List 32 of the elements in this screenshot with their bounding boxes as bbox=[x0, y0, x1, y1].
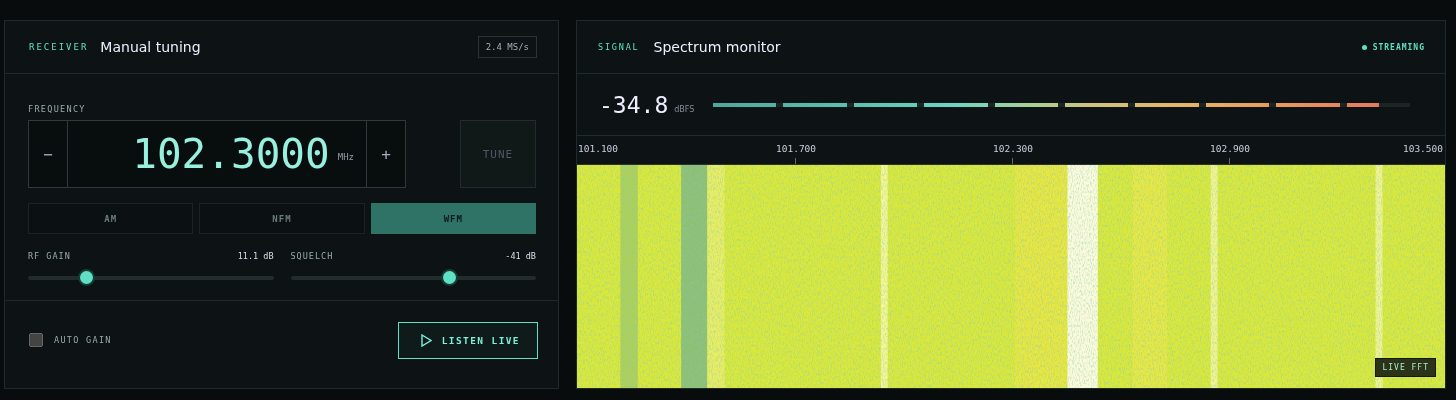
mode-badge: LIVE FFT bbox=[1375, 358, 1436, 377]
slider-label: RF GAIN bbox=[28, 251, 71, 261]
mode-tab[interactable]: AM bbox=[28, 203, 194, 234]
axis-label: 101.700 bbox=[776, 143, 817, 154]
axis-label: 103.500 bbox=[1402, 143, 1443, 154]
checkbox-label: AUTO GAIN bbox=[54, 335, 112, 345]
slider-thumb[interactable] bbox=[442, 271, 456, 284]
slider-label: SQUELCH bbox=[290, 251, 334, 261]
slider-thumb[interactable] bbox=[79, 271, 93, 284]
axis-label: 102.900 bbox=[1210, 143, 1251, 154]
frequency-value: 102.3000 bbox=[132, 130, 330, 178]
status-label: STREAMING bbox=[1372, 42, 1425, 52]
panel-title: Manual tuning bbox=[100, 39, 201, 55]
field-label: FREQUENCY bbox=[28, 104, 87, 114]
section-label: RECEIVER bbox=[29, 42, 89, 52]
axis-label: 101.100 bbox=[578, 143, 619, 154]
unit-label: MHz bbox=[337, 152, 354, 162]
level-reading: -34.8 bbox=[599, 91, 669, 118]
mode-tab[interactable]: NFM bbox=[199, 203, 365, 234]
axis-label: 102.300 bbox=[993, 143, 1034, 154]
status-dot bbox=[1361, 44, 1367, 50]
panel-title: Spectrum monitor bbox=[653, 39, 781, 55]
play-icon bbox=[420, 333, 432, 347]
slider-reading: -41 dB bbox=[505, 251, 536, 261]
sample-rate-badge: 2.4 MS/s bbox=[477, 36, 537, 58]
slider-reading: 11.1 dB bbox=[237, 251, 274, 261]
decrement-button[interactable]: − bbox=[29, 121, 68, 187]
section-label: SIGNAL bbox=[598, 42, 640, 52]
checkbox[interactable] bbox=[29, 333, 43, 347]
unit-label: dBFS bbox=[674, 105, 695, 114]
listen-button[interactable]: LISTEN LIVE bbox=[397, 321, 538, 359]
increment-button[interactable]: + bbox=[366, 121, 405, 187]
